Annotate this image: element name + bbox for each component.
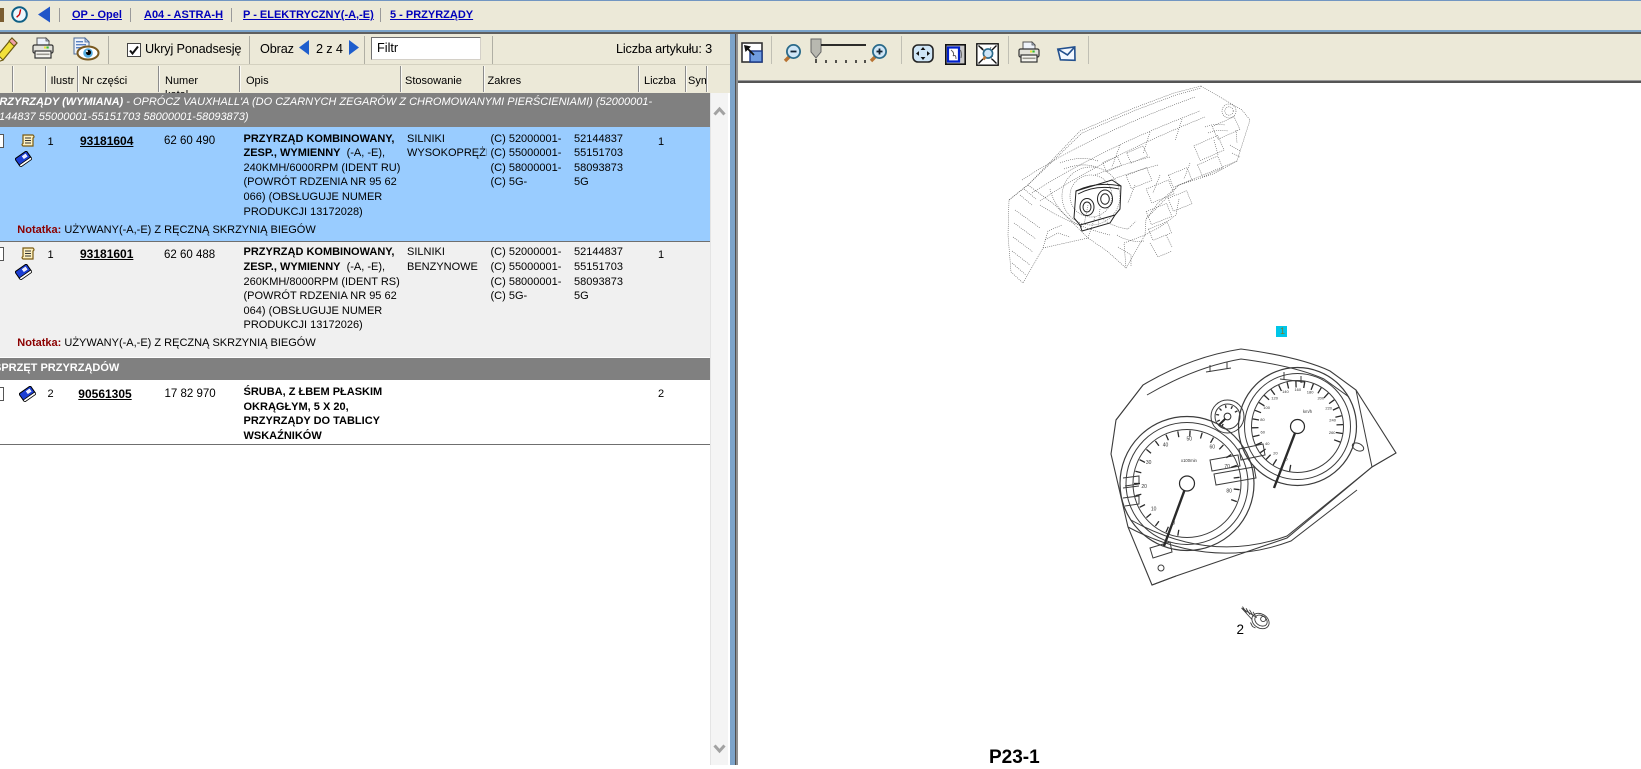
svg-text:220: 220: [1325, 406, 1332, 411]
svg-text:0: 0: [1172, 520, 1175, 526]
svg-text:260: 260: [1329, 430, 1336, 435]
svg-text:160: 160: [1294, 387, 1301, 392]
svg-text:20: 20: [1273, 450, 1278, 455]
svg-text:60: 60: [1260, 429, 1265, 434]
svg-text:50: 50: [1187, 437, 1193, 443]
svg-text:120: 120: [1271, 395, 1278, 400]
svg-text:40: 40: [1265, 441, 1270, 446]
svg-text:100: 100: [1263, 405, 1270, 410]
svg-text:20: 20: [1141, 484, 1147, 490]
svg-text:180: 180: [1307, 389, 1314, 394]
svg-text:km/h: km/h: [1303, 409, 1313, 414]
svg-text:240: 240: [1329, 417, 1336, 422]
svg-text:60: 60: [1210, 445, 1216, 451]
svg-text:x100min: x100min: [1181, 458, 1197, 463]
svg-text:40: 40: [1163, 442, 1169, 448]
svg-text:10: 10: [1151, 507, 1157, 513]
svg-text:80: 80: [1226, 488, 1232, 494]
svg-text:80: 80: [1260, 417, 1265, 422]
svg-text:30: 30: [1146, 460, 1152, 466]
svg-text:70: 70: [1224, 464, 1230, 470]
svg-text:200: 200: [1317, 396, 1324, 401]
svg-text:0: 0: [1285, 456, 1288, 461]
svg-text:140: 140: [1282, 389, 1289, 394]
